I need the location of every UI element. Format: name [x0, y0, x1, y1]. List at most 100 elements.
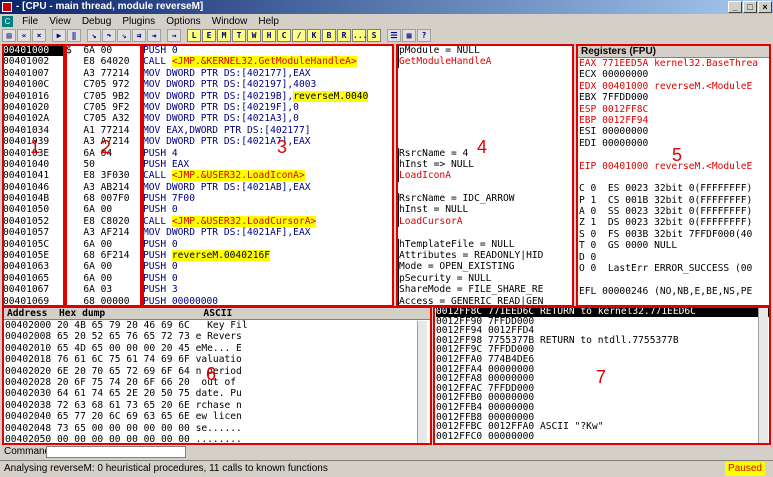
disasm-row[interactable]: MOV DWORD PTR DS:[4021AF],EAX [143, 227, 392, 238]
disasm-row[interactable]: PUSH 0 [143, 45, 392, 56]
register-row[interactable]: EBX 7FFDD000 [579, 92, 769, 103]
hexcode-row[interactable]: $ 6A 00 [66, 45, 141, 56]
references-button[interactable]: R [337, 29, 351, 42]
address-row[interactable]: 00401050 [3, 204, 64, 215]
trace-over-icon[interactable]: ⇉ [132, 29, 146, 42]
windows-button[interactable]: W [247, 29, 261, 42]
disasm-row[interactable]: MOV DWORD PTR DS:[40219B],reverseM.0040 [143, 90, 392, 102]
hexcode-row[interactable]: C705 9F2 [66, 102, 141, 113]
address-row[interactable]: 00401020 [3, 102, 64, 113]
register-row[interactable]: P 1 CS 001B 32bit 0(FFFFFFFF) [579, 195, 769, 206]
grid-icon[interactable]: ▦ [402, 29, 416, 42]
comment-row[interactable] [397, 79, 572, 90]
disasm-row[interactable]: MOV DWORD PTR DS:[402197],4003 [143, 79, 392, 90]
address-row[interactable]: 00401069 [3, 296, 64, 307]
comment-row[interactable]: hTemplateFile = NULL [397, 238, 572, 251]
comment-row[interactable] [397, 182, 572, 193]
disasm-row[interactable]: PUSH 0 [143, 204, 392, 215]
hexcode-row[interactable]: 6A 03 [66, 284, 141, 295]
hexcode-row[interactable]: E8 3F030 [66, 170, 141, 181]
hexcode-row[interactable]: C705 972 [66, 79, 141, 90]
hexcode-row[interactable]: 68 007F0 [66, 193, 141, 204]
threads-button[interactable]: T [232, 29, 246, 42]
register-row[interactable]: EDX 00401000 reverseM.<ModuleE [579, 81, 769, 92]
list-icon[interactable]: ☰ [387, 29, 401, 42]
register-row[interactable]: ECX 00000000 [579, 69, 769, 80]
pause-icon[interactable]: ‖ [67, 29, 81, 42]
registers-pane[interactable]: Registers (FPU) EAX 771EED5A kernel32.Ba… [577, 45, 769, 307]
disasm-row[interactable]: CALL <JMP.&USER32.LoadCursorA> [143, 215, 392, 227]
run-icon[interactable]: ▶ [52, 29, 66, 42]
comment-row[interactable]: Mode = OPEN_EXISTING [397, 261, 572, 273]
register-row[interactable]: D 0 [579, 252, 769, 263]
menu-file[interactable]: File [18, 15, 42, 29]
comment-row[interactable]: LoadIconA [397, 170, 572, 182]
menu-view[interactable]: View [45, 15, 75, 29]
menu-options[interactable]: Options [162, 15, 204, 29]
disasm-row[interactable]: PUSH 0 [143, 273, 392, 284]
comment-row[interactable] [397, 102, 572, 113]
disasm-row[interactable]: MOV EAX,DWORD PTR DS:[402177] [143, 125, 392, 136]
disasm-row[interactable]: PUSH 0 [143, 239, 392, 250]
menu-window[interactable]: Window [208, 15, 252, 29]
disasm-row[interactable]: MOV DWORD PTR DS:[4021AB],EAX [143, 182, 392, 193]
address-row[interactable]: 0040100C [3, 79, 64, 90]
comment-row[interactable]: pSecurity = NULL [397, 272, 572, 285]
hexcode-row[interactable]: 6A 00 [66, 273, 141, 284]
hexcode-row[interactable]: A3 AB214 [66, 182, 141, 193]
menu-plugins[interactable]: Plugins [118, 15, 159, 29]
minimize-button[interactable]: _ [728, 1, 742, 13]
address-row[interactable]: 00401065 [3, 273, 64, 284]
register-row[interactable]: ESP 0012FF8C [579, 104, 769, 115]
address-row[interactable]: 00401067 [3, 284, 64, 295]
dump-row[interactable]: 00402028 20 6F 75 74 20 6F 66 20 out of [5, 377, 431, 388]
stack-scrollbar[interactable] [758, 307, 768, 444]
disasm-row[interactable]: PUSH 00000000 [143, 296, 392, 307]
address-row[interactable]: 00401000 [3, 45, 64, 57]
register-row[interactable]: O 0 LastErr ERROR_SUCCESS (00 [579, 263, 769, 274]
hexcode-row[interactable]: E8 64020 [66, 56, 141, 67]
dump-row[interactable]: 00402050 00 00 00 00 00 00 00 00 .......… [5, 434, 431, 444]
dump-row[interactable]: 00402048 73 65 00 00 00 00 00 00 se.....… [5, 423, 431, 434]
hexcode-row[interactable]: 50 [66, 159, 141, 170]
executable-modules-button[interactable]: E [202, 29, 216, 42]
close-file-icon[interactable]: × [32, 29, 46, 42]
trace-into-icon[interactable]: ⇘ [117, 29, 131, 42]
stack-row[interactable]: 0012FFC0 00000000 [436, 432, 769, 442]
comment-row[interactable] [397, 68, 572, 79]
address-row[interactable]: 00401002 [3, 56, 64, 67]
cpu-button[interactable]: C [277, 29, 291, 42]
dump-pane[interactable]: Address Hex dump ASCII 00402000 20 4B 65… [3, 307, 431, 444]
comment-row[interactable]: Access = GENERIC_READ|GEN [397, 295, 572, 307]
rewind-icon[interactable]: « [17, 29, 31, 42]
address-row[interactable]: 00401046 [3, 182, 64, 193]
address-row[interactable]: 00401034 [3, 125, 64, 136]
disasm-row[interactable]: MOV DWORD PTR DS:[40219F],0 [143, 102, 392, 113]
comment-row[interactable] [397, 125, 572, 136]
disasm-row[interactable]: CALL <JMP.&KERNEL32.GetModuleHandleA> [143, 56, 392, 68]
hexcode-row[interactable]: C705 9B2 [66, 91, 141, 102]
command-input[interactable] [46, 446, 186, 458]
address-row[interactable]: 0040104B [3, 193, 64, 204]
source-button[interactable]: S [367, 29, 381, 42]
comment-row[interactable]: Attributes = READONLY|HID [397, 250, 572, 262]
hexcode-row[interactable]: C705 A32 [66, 113, 141, 124]
dump-row[interactable]: 00402040 65 77 20 6C 69 63 65 6E ew lice… [5, 411, 431, 422]
open-icon[interactable]: ▤ [2, 29, 16, 42]
hexcode-row[interactable]: A3 77214 [66, 68, 141, 79]
hexcode-row[interactable]: 6A 00 [66, 261, 141, 272]
step-over-icon[interactable]: ↷ [102, 29, 116, 42]
close-button[interactable]: × [758, 1, 772, 13]
call-stack-button[interactable]: K [307, 29, 321, 42]
run-trace-button[interactable]: ... [352, 29, 367, 42]
register-row[interactable]: EBP 0012FF94 [579, 115, 769, 126]
hexcode-row[interactable]: E8 C8020 [66, 216, 141, 227]
step-into-icon[interactable]: ↘ [87, 29, 101, 42]
disassembly-column[interactable]: PUSH 0 CALL <JMP.&KERNEL32.GetModuleHandl… [143, 45, 392, 307]
disasm-row[interactable]: PUSH 4 [143, 148, 392, 159]
register-row[interactable]: A 0 SS 0023 32bit 0(FFFFFFFF) [579, 206, 769, 217]
comment-row[interactable]: hInst => NULL [397, 158, 572, 171]
disasm-row[interactable]: CALL <JMP.&USER32.LoadIconA> [143, 170, 392, 182]
comment-row[interactable] [397, 227, 572, 238]
disasm-row[interactable]: PUSH 7F00 [143, 193, 392, 204]
